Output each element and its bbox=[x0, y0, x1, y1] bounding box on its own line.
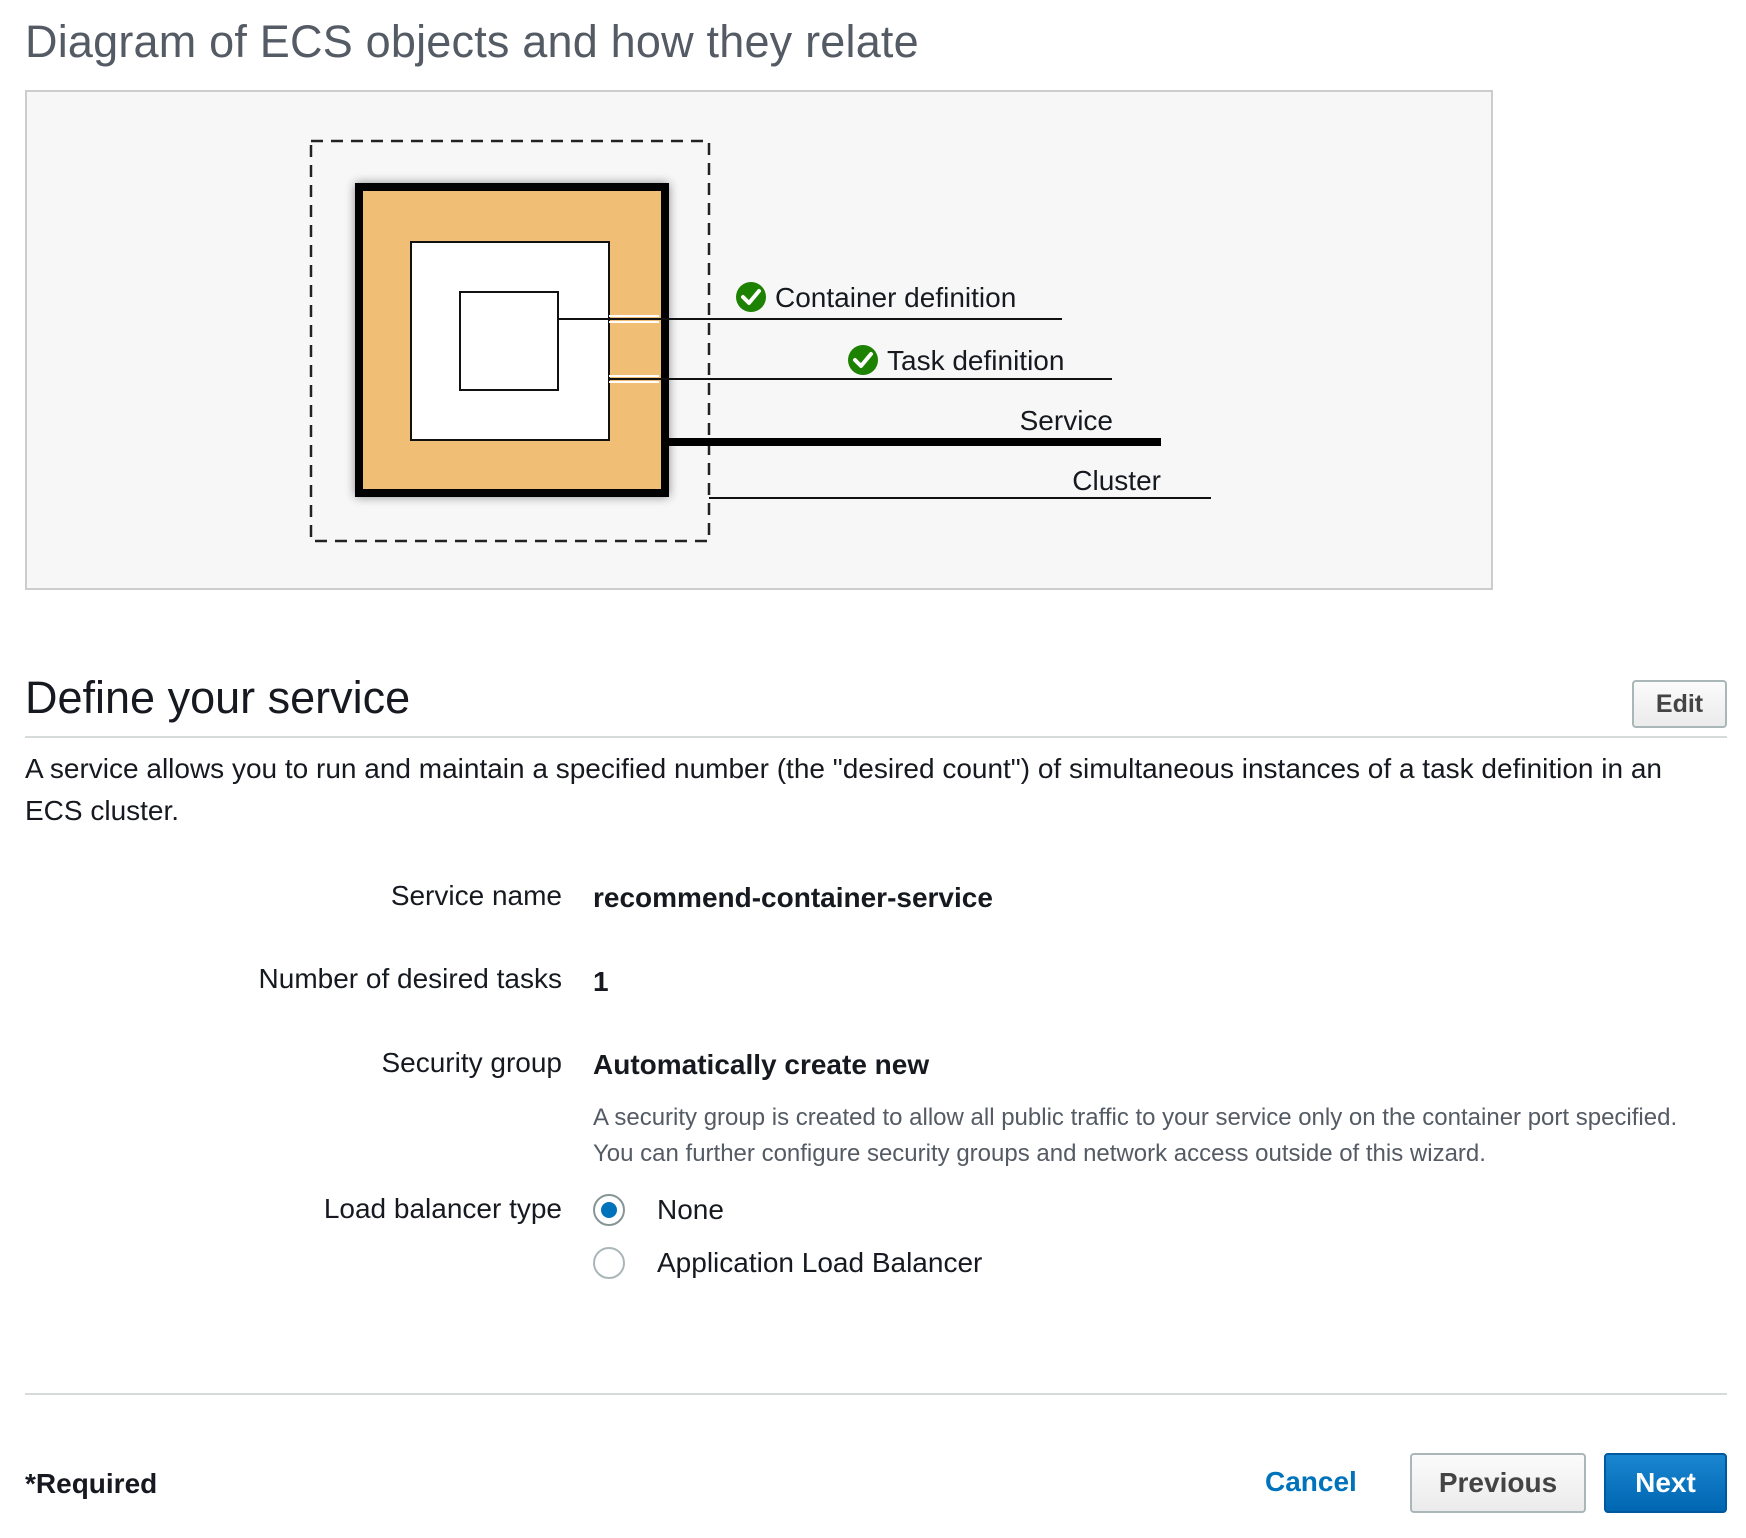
edit-button[interactable]: Edit bbox=[1632, 680, 1727, 728]
footer-divider bbox=[25, 1393, 1727, 1395]
ecs-diagram: Container definition Task definition Ser… bbox=[309, 139, 1211, 543]
load-balancer-option-none[interactable]: None bbox=[593, 1190, 724, 1230]
section-title: Define your service bbox=[25, 672, 411, 723]
container-definition-box bbox=[459, 291, 559, 391]
load-balancer-option-label: None bbox=[657, 1194, 724, 1225]
security-group-help: A security group is created to allow all… bbox=[593, 1104, 1678, 1167]
container-definition-label: Container definition bbox=[775, 282, 1016, 313]
section-divider bbox=[25, 736, 1727, 738]
load-balancer-option-alb[interactable]: Application Load Balancer bbox=[593, 1243, 982, 1283]
previous-button[interactable]: Previous bbox=[1410, 1453, 1586, 1513]
section-description: A service allows you to run and maintain… bbox=[25, 753, 1663, 826]
radio-button-selected[interactable] bbox=[593, 1194, 625, 1226]
diagram-panel: Container definition Task definition Ser… bbox=[25, 90, 1493, 590]
required-note: *Required bbox=[25, 1468, 158, 1499]
task-definition-label: Task definition bbox=[887, 345, 1064, 376]
radio-button[interactable] bbox=[593, 1247, 625, 1279]
next-button[interactable]: Next bbox=[1604, 1453, 1727, 1513]
diagram-title: Diagram of ECS objects and how they rela… bbox=[25, 16, 919, 67]
desired-tasks-value: 1 bbox=[593, 966, 609, 997]
desired-tasks-label: Number of desired tasks bbox=[258, 963, 562, 994]
security-group-label: Security group bbox=[381, 1047, 562, 1078]
cancel-link[interactable]: Cancel bbox=[1265, 1466, 1357, 1498]
service-name-label: Service name bbox=[390, 880, 562, 911]
service-label: Service bbox=[1020, 405, 1113, 436]
service-name-value: recommend-container-service bbox=[593, 882, 993, 913]
check-circle-icon bbox=[736, 282, 766, 312]
load-balancer-label: Load balancer type bbox=[323, 1193, 562, 1224]
security-group-value: Automatically create new bbox=[593, 1049, 930, 1080]
check-circle-icon bbox=[848, 345, 878, 375]
ecs-service-wizard: Diagram of ECS objects and how they rela… bbox=[0, 0, 1746, 1538]
load-balancer-option-label: Application Load Balancer bbox=[657, 1247, 983, 1278]
cluster-label: Cluster bbox=[1072, 465, 1161, 496]
